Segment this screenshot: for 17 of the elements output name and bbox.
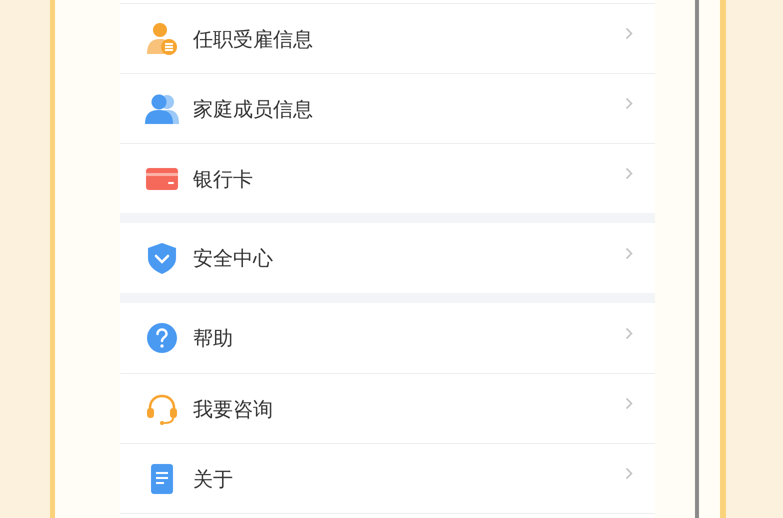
menu-item[interactable]: 帮助 xyxy=(120,303,655,373)
menu-item[interactable]: 家庭成员信息 xyxy=(120,73,655,143)
people-icon xyxy=(145,92,179,126)
menu-item[interactable]: 关于 xyxy=(120,443,655,513)
menu-item[interactable]: 任职受雇信息 xyxy=(120,3,655,73)
chevron-icon xyxy=(625,246,633,260)
shield-icon xyxy=(145,241,179,275)
chevron-icon xyxy=(625,97,633,110)
chevron-icon xyxy=(625,467,633,480)
chevron-icon xyxy=(625,167,633,180)
person-badge-icon xyxy=(145,22,179,56)
chevron-icon xyxy=(625,397,633,410)
chevron-icon xyxy=(625,326,633,340)
menu-item[interactable]: 我要咨询 xyxy=(120,373,655,443)
question-mark-icon xyxy=(145,321,179,355)
menu-item[interactable]: 安全中心 xyxy=(120,223,655,293)
chevron-icon xyxy=(625,27,633,40)
